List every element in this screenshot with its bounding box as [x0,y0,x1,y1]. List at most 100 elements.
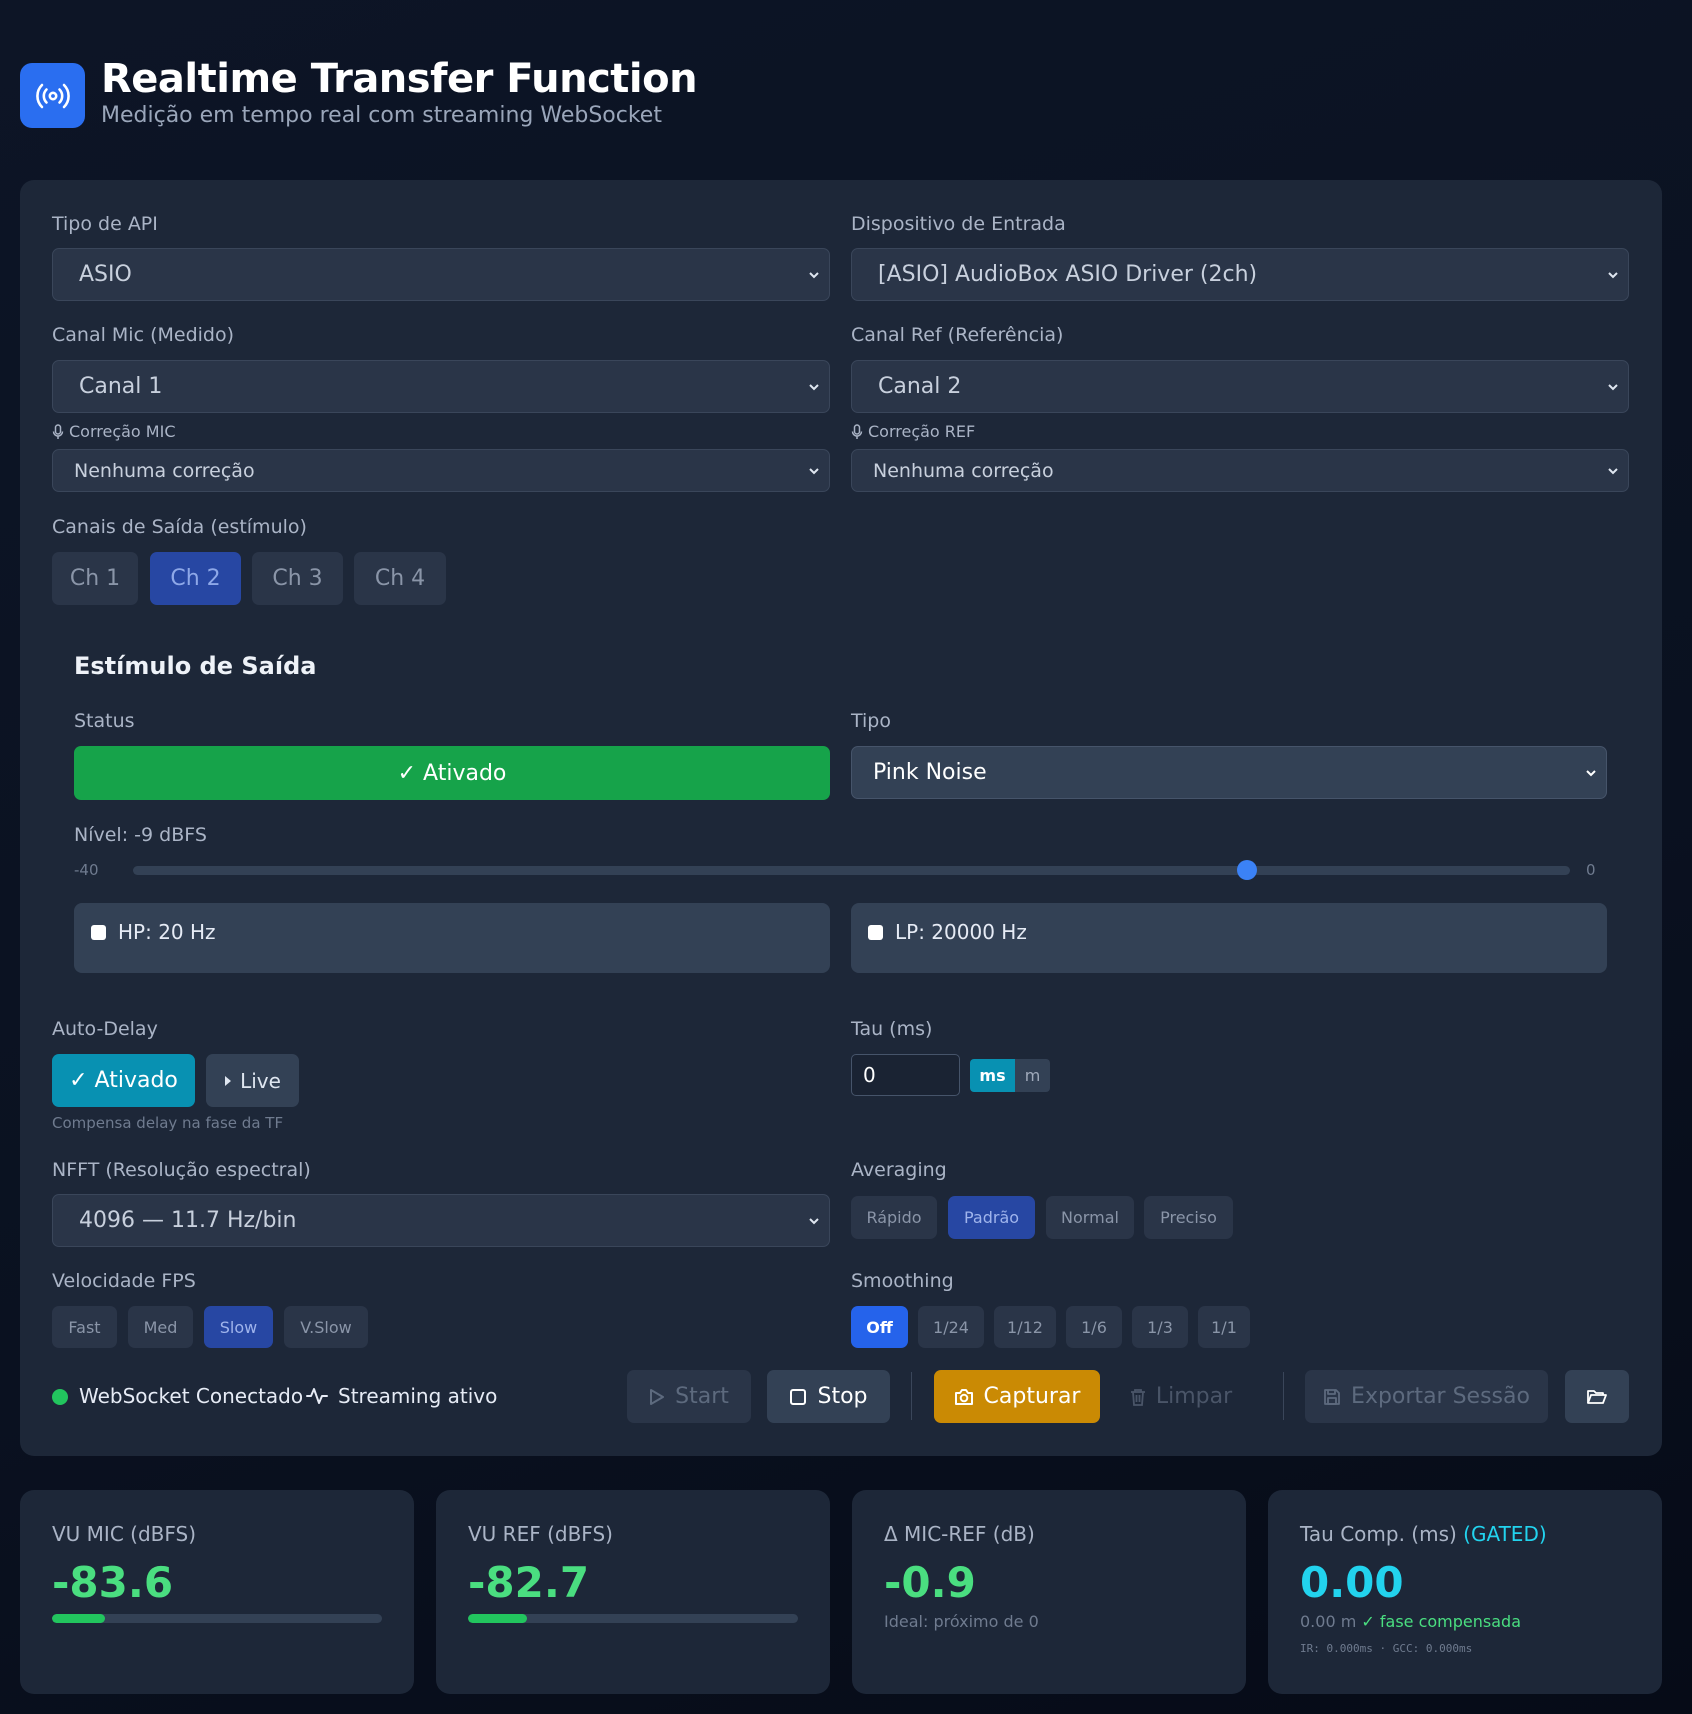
api-type-value: ASIO [79,262,132,287]
ref-correction-select[interactable]: Nenhuma correção [851,449,1629,492]
delta-label: Δ MIC-REF (dB) [884,1522,1035,1546]
auto-delay-toggle[interactable]: ✓ Ativado [52,1054,195,1107]
toolbar-divider [911,1372,912,1420]
app-title: Realtime Transfer Function [101,56,698,102]
hp-filter-checkbox[interactable] [91,925,106,940]
ref-correction-label: Correção REF [851,422,975,441]
stimulus-status-button[interactable]: ✓ Ativado [74,746,830,800]
vu-ref-meter [468,1614,798,1623]
open-session-button[interactable] [1565,1370,1629,1423]
output-channel-1-button[interactable]: Ch 1 [52,552,138,605]
fps-option-med[interactable]: Med [128,1306,193,1348]
microphone-icon [851,423,863,439]
chevron-down-icon [809,467,819,474]
clear-button[interactable]: Limpar [1116,1370,1246,1423]
streaming-status-text: Streaming ativo [338,1384,498,1408]
level-slider[interactable] [133,866,1570,875]
fps-option-fast[interactable]: Fast [52,1306,117,1348]
phase-compensated: ✓ fase compensada [1361,1612,1521,1631]
api-type-label: Tipo de API [52,213,158,235]
tau-comp-card: Tau Comp. (ms) (GATED) 0.00 0.00 m ✓ fas… [1268,1490,1662,1694]
smoothing-option-1-3[interactable]: 1/3 [1132,1306,1188,1348]
tau-comp-note: 0.00 m ✓ fase compensada [1300,1612,1521,1631]
tau-input[interactable]: 0 [851,1054,960,1096]
ref-correction-value: Nenhuma correção [873,459,1054,482]
vu-ref-card: VU REF (dBFS) -82.7 [436,1490,830,1694]
averaging-option-normal[interactable]: Normal [1046,1196,1134,1239]
live-button[interactable]: Live [206,1054,299,1107]
input-device-label: Dispositivo de Entrada [851,213,1066,235]
tau-comp-value: 0.00 [1300,1558,1404,1607]
ref-channel-label: Canal Ref (Referência) [851,324,1064,346]
mic-channel-select[interactable]: Canal 1 [52,360,830,413]
level-slider-thumb[interactable] [1236,860,1257,880]
tau-unit-m-button[interactable]: m [1015,1059,1050,1092]
stimulus-title: Estímulo de Saída [74,652,317,680]
export-session-button-label: Exportar Sessão [1351,1384,1530,1409]
camera-icon [954,1388,973,1405]
lp-filter-checkbox[interactable] [868,925,883,940]
capture-button-label: Capturar [983,1384,1081,1409]
start-button[interactable]: Start [627,1370,751,1423]
averaging-option-padrao[interactable]: Padrão [948,1196,1035,1239]
live-button-label: Live [240,1068,281,1093]
output-channel-2-button[interactable]: Ch 2 [150,552,241,605]
averaging-option-rapido[interactable]: Rápido [851,1196,937,1239]
microphone-icon [52,423,64,439]
output-channel-3-button[interactable]: Ch 3 [252,552,343,605]
mic-correction-label: Correção MIC [52,422,176,441]
input-device-value: [ASIO] AudioBox ASIO Driver (2ch) [878,262,1258,287]
stimulus-type-select[interactable]: Pink Noise [851,746,1607,799]
export-session-button[interactable]: Exportar Sessão [1305,1370,1548,1423]
tau-meters: 0.00 m [1300,1612,1357,1631]
nfft-label: NFFT (Resolução espectral) [52,1159,311,1181]
tau-unit-ms-button[interactable]: ms [970,1059,1015,1092]
control-panel: Tipo de API ASIO Dispositivo de Entrada … [20,180,1662,1456]
smoothing-option-1-6[interactable]: 1/6 [1066,1306,1122,1348]
nfft-select[interactable]: 4096 — 11.7 Hz/bin [52,1194,830,1247]
stimulus-type-label: Tipo [851,710,891,732]
vu-mic-meter-fill [52,1614,105,1623]
tau-label: Tau (ms) [851,1018,933,1040]
auto-delay-label: Auto-Delay [52,1018,158,1040]
fps-label: Velocidade FPS [52,1270,196,1292]
averaging-label: Averaging [851,1159,947,1181]
level-label: Nível: -9 dBFS [74,824,207,846]
smoothing-option-1-12[interactable]: 1/12 [994,1306,1056,1348]
mic-correction-select[interactable]: Nenhuma correção [52,449,830,492]
stop-button[interactable]: Stop [767,1370,890,1423]
chevron-down-icon [809,1217,819,1224]
vu-mic-value: -83.6 [52,1558,174,1607]
vu-ref-value: -82.7 [468,1558,590,1607]
hp-filter-label: HP: 20 Hz [118,920,216,944]
chevron-down-icon [1608,383,1618,390]
smoothing-option-off[interactable]: Off [851,1306,908,1348]
smoothing-option-1-24[interactable]: 1/24 [918,1306,984,1348]
smoothing-option-1-1[interactable]: 1/1 [1198,1306,1250,1348]
fps-option-slow[interactable]: Slow [204,1306,273,1348]
vu-mic-label: VU MIC (dBFS) [52,1522,197,1546]
folder-open-icon [1587,1389,1607,1404]
gated-badge: (GATED) [1463,1522,1547,1546]
output-channel-4-button[interactable]: Ch 4 [354,552,446,605]
capture-button[interactable]: Capturar [934,1370,1100,1423]
output-channels-label: Canais de Saída (estímulo) [52,516,307,538]
play-small-icon [225,1075,232,1086]
broadcast-icon [20,63,85,128]
vu-mic-card: VU MIC (dBFS) -83.6 [20,1490,414,1694]
api-type-select[interactable]: ASIO [52,248,830,301]
lp-filter-label: LP: 20000 Hz [895,920,1027,944]
fps-option-vslow[interactable]: V.Slow [284,1306,368,1348]
ref-channel-value: Canal 2 [878,374,962,399]
nfft-value: 4096 — 11.7 Hz/bin [79,1208,297,1233]
app-subtitle: Medição em tempo real com streaming WebS… [101,103,662,128]
play-icon [650,1388,665,1405]
averaging-option-preciso[interactable]: Preciso [1144,1196,1233,1239]
clear-button-label: Limpar [1155,1384,1233,1409]
mic-channel-label: Canal Mic (Medido) [52,324,235,346]
input-device-select[interactable]: [ASIO] AudioBox ASIO Driver (2ch) [851,248,1629,301]
chevron-down-icon [1586,769,1596,776]
level-max-label: 0 [1586,861,1596,879]
ref-channel-select[interactable]: Canal 2 [851,360,1629,413]
save-icon [1324,1388,1340,1405]
